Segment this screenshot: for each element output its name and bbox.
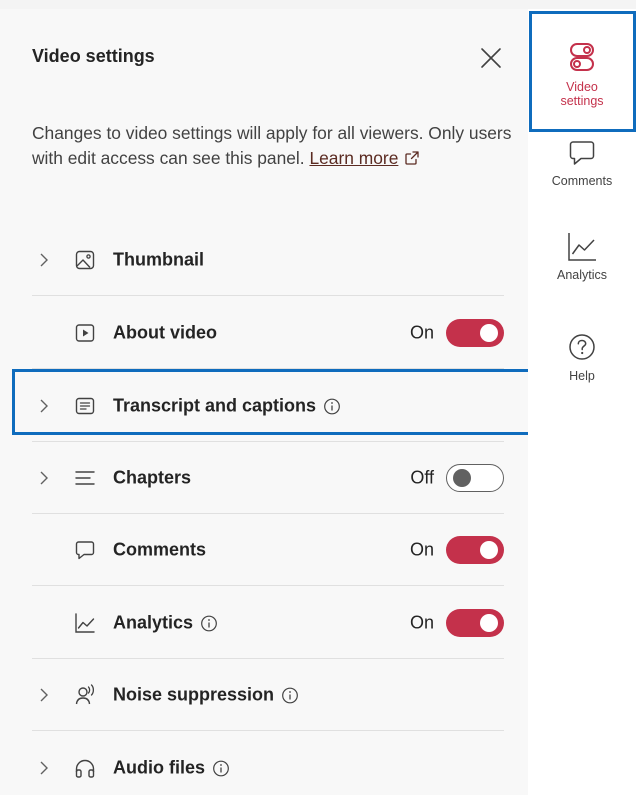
row-label-thumbnail: Thumbnail: [113, 250, 204, 271]
chevron-right-icon: [40, 761, 48, 775]
row-label-text: Transcript and captions: [113, 395, 317, 416]
noise-suppression-icon: [75, 684, 95, 705]
row-divider: [32, 368, 504, 369]
rail-label-video-settings: Video settings: [560, 80, 603, 108]
chevron-right-icon: [40, 688, 48, 702]
rail-item-comments[interactable]: Comments: [528, 138, 636, 188]
comments-toggle[interactable]: [446, 536, 504, 564]
settings-row-thumbnail[interactable]: Thumbnail: [0, 225, 528, 295]
row-label-text: Analytics: [113, 612, 194, 633]
row-label-chapters: Chapters: [113, 468, 191, 489]
row-divider: [32, 730, 504, 731]
chevron-right-icon: [40, 399, 48, 413]
chevron-right-icon: [40, 253, 48, 267]
info-icon[interactable]: [212, 759, 230, 777]
settings-row-analytics: Analytics On: [0, 588, 528, 658]
comment-icon: [569, 141, 595, 165]
row-label-text: Chapters: [113, 467, 192, 488]
toggle-knob: [480, 324, 498, 342]
about-video-toggle[interactable]: [446, 319, 504, 347]
video-settings-window: Video settings Changes to video settings…: [0, 0, 636, 795]
settings-row-transcript-captions[interactable]: Transcript and captions: [0, 371, 528, 441]
chart-line-icon: [75, 613, 95, 633]
settings-row-chapters[interactable]: Chapters Off: [0, 443, 528, 513]
row-divider: [32, 441, 504, 442]
row-label-comments: Comments: [113, 540, 206, 561]
row-divider: [32, 585, 504, 586]
settings-row-audio-files[interactable]: Audio files: [0, 733, 528, 795]
panel-description: Changes to video settings will apply for…: [32, 121, 512, 171]
toggle-state-text: On: [409, 539, 434, 560]
toggle-knob: [453, 469, 471, 487]
settings-row-about-video: About video On: [0, 298, 528, 368]
close-icon: [481, 48, 501, 68]
info-icon[interactable]: [200, 614, 218, 632]
help-circle-icon: [569, 334, 595, 360]
toggle-knob: [480, 614, 498, 632]
settings-row-noise-suppression[interactable]: Noise suppression: [0, 660, 528, 730]
chart-line-icon: [568, 233, 596, 261]
toggle-state-text: On: [409, 322, 434, 343]
toggle-knob: [480, 541, 498, 559]
info-icon[interactable]: [323, 397, 341, 415]
right-rail: [528, 9, 636, 795]
top-edge: [0, 0, 636, 9]
row-label-text: Thumbnail: [113, 249, 204, 270]
row-label-text: Noise suppression: [113, 684, 275, 705]
rail-item-analytics[interactable]: Analytics: [528, 230, 636, 282]
rail-item-help[interactable]: Help: [528, 333, 636, 383]
list-lines-icon: [75, 471, 95, 485]
rail-label-analytics: Analytics: [556, 268, 608, 282]
comment-icon: [75, 541, 95, 560]
chapters-toggle[interactable]: [446, 464, 504, 492]
row-label-transcript-captions: Transcript and captions: [113, 396, 341, 417]
transcript-icon: [75, 397, 95, 415]
toggle-state-text: Off: [410, 467, 434, 488]
play-box-icon: [75, 324, 95, 342]
close-button[interactable]: [478, 45, 504, 71]
rail-item-video-settings[interactable]: Video settings: [528, 40, 636, 108]
row-label-text: Audio files: [113, 757, 206, 778]
headphones-icon: [75, 759, 95, 778]
toggle-state-text: On: [409, 612, 434, 633]
external-link-icon: [405, 151, 420, 165]
settings-toggle-icon: [570, 43, 594, 71]
row-label-text: About video: [113, 322, 217, 343]
row-divider: [32, 658, 504, 659]
row-divider: [32, 295, 504, 296]
rail-label-help: Help: [569, 369, 595, 383]
chevron-right-icon: [40, 471, 48, 485]
row-divider: [32, 513, 504, 514]
rail-label-line: settings: [560, 94, 604, 108]
row-label-audio-files: Audio files: [113, 758, 230, 779]
learn-more-link[interactable]: Learn more: [309, 148, 398, 168]
row-label-about-video: About video: [113, 323, 217, 344]
panel-title: Video settings: [32, 46, 155, 66]
row-label-text: Comments: [113, 539, 207, 560]
analytics-toggle[interactable]: [446, 609, 504, 637]
rail-label-line: Video: [566, 80, 598, 94]
info-icon[interactable]: [281, 686, 299, 704]
rail-label-comments: Comments: [551, 174, 613, 188]
settings-row-comments: Comments On: [0, 515, 528, 585]
row-label-analytics: Analytics: [113, 613, 218, 634]
description-text: Changes to video settings will apply for…: [32, 123, 512, 168]
image-icon: [75, 250, 95, 270]
row-label-noise-suppression: Noise suppression: [113, 685, 299, 706]
